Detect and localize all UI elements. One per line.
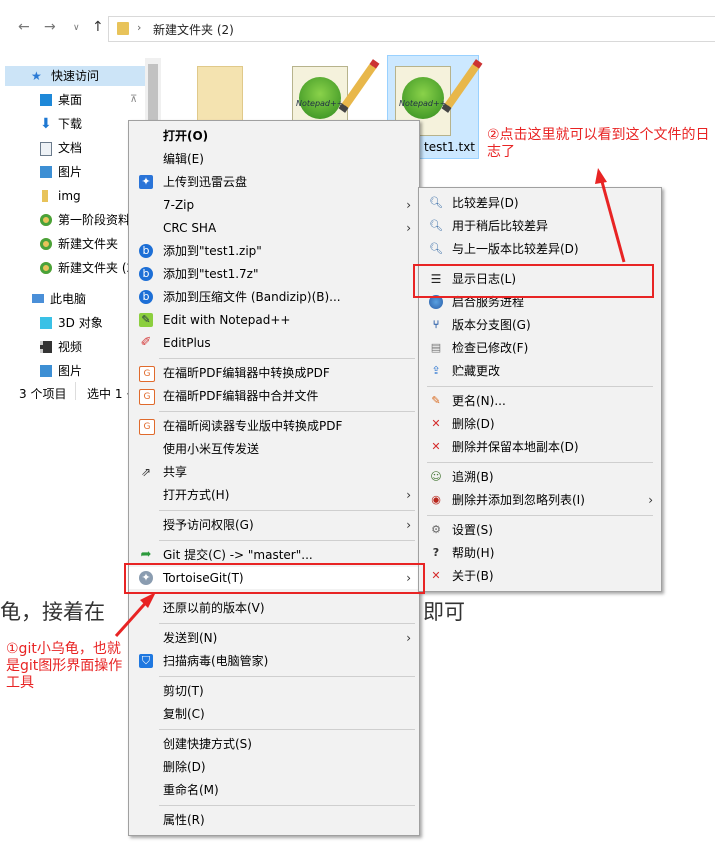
annotation-arrows: [114, 168, 626, 638]
arrow-to-tortoisegit: [114, 592, 156, 638]
arrow-to-show-log: [595, 168, 626, 263]
